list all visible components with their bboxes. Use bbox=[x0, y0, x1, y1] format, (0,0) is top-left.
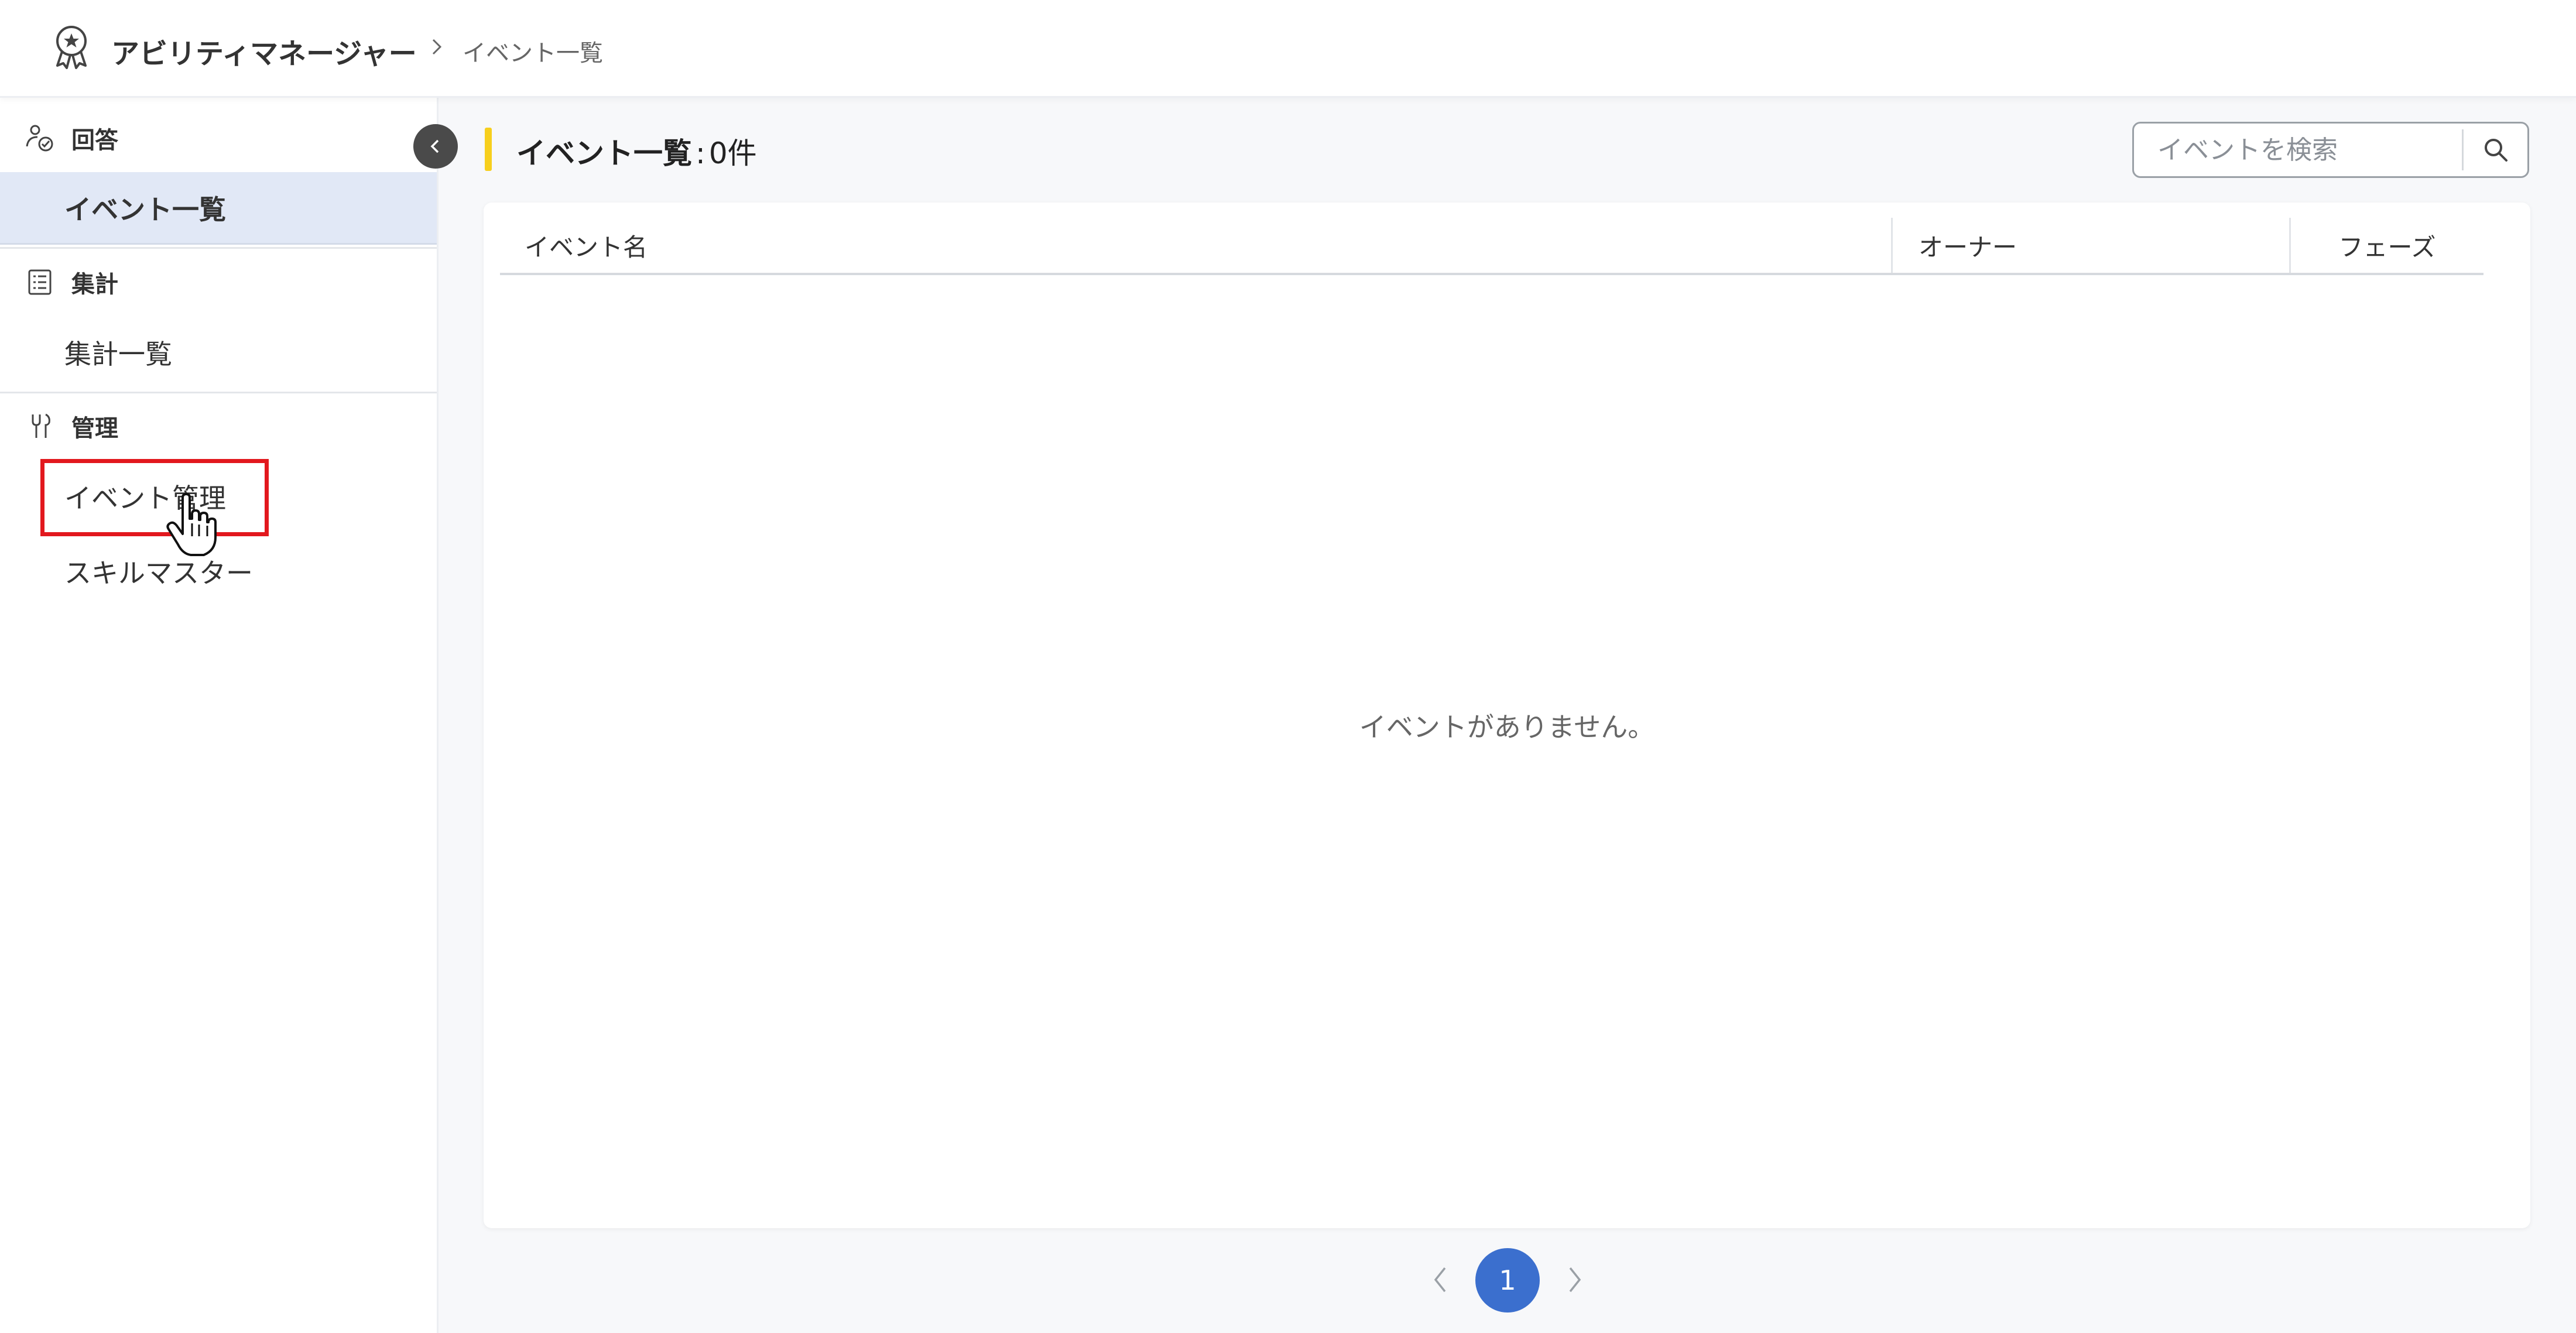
event-table: イベント名 オーナー フェーズ イベントがありません。 bbox=[484, 203, 2530, 1228]
sidebar-section-answer: 回答 bbox=[25, 121, 118, 156]
breadcrumb-current: イベント一覧 bbox=[463, 40, 603, 67]
sidebar-item-label: 集計一覧 bbox=[64, 338, 172, 370]
page-title-count: 0件 bbox=[708, 136, 757, 170]
sidebar-section-manage: 管理 bbox=[25, 409, 118, 444]
sidebar-item-event-list[interactable]: イベント一覧 bbox=[0, 172, 437, 245]
app-root: アビリティマネージャー イベント一覧 回答 イベント一覧 集計 集計一覧 管理 … bbox=[0, 0, 2576, 1333]
search-box bbox=[2132, 122, 2529, 178]
person-check-icon bbox=[26, 125, 53, 152]
chevron-left-icon bbox=[1434, 1267, 1446, 1293]
pagination-page-current[interactable]: 1 bbox=[1475, 1248, 1540, 1313]
sidebar-item-aggregate-list[interactable]: 集計一覧 bbox=[0, 316, 437, 389]
chevron-right-icon bbox=[1569, 1267, 1581, 1293]
top-header: アビリティマネージャー イベント一覧 bbox=[0, 0, 2576, 98]
column-header-event-name[interactable]: イベント名 bbox=[500, 218, 1891, 273]
sidebar: 回答 イベント一覧 集計 集計一覧 管理 イベント管理 スキルマスター bbox=[0, 96, 439, 1333]
title-accent-bar bbox=[485, 128, 492, 171]
empty-state-message: イベントがありません。 bbox=[1359, 711, 1655, 743]
list-document-icon bbox=[28, 269, 52, 295]
table-header: イベント名 オーナー フェーズ bbox=[500, 218, 2483, 275]
page-title: イベント一覧:0件 bbox=[516, 130, 757, 172]
page-title-label: イベント一覧 bbox=[516, 136, 692, 170]
app-title[interactable]: アビリティマネージャー bbox=[111, 30, 417, 71]
chevron-left-icon bbox=[430, 139, 439, 153]
sidebar-collapse-button[interactable] bbox=[413, 124, 458, 169]
search-input[interactable] bbox=[2134, 126, 2462, 173]
sidebar-section-title: 集計 bbox=[71, 271, 118, 298]
search-icon bbox=[2484, 139, 2508, 162]
pagination-prev-button[interactable] bbox=[1421, 1259, 1459, 1301]
sidebar-divider bbox=[0, 247, 437, 249]
sidebar-section-title: 回答 bbox=[71, 127, 118, 154]
sidebar-item-event-manage[interactable]: イベント管理 bbox=[0, 460, 437, 533]
pagination-next-button[interactable] bbox=[1556, 1259, 1594, 1301]
column-header-owner[interactable]: オーナー bbox=[1891, 218, 2289, 273]
sidebar-item-label: スキルマスター bbox=[64, 557, 253, 589]
sidebar-section-aggregate: 集計 bbox=[25, 265, 118, 300]
page-title-colon: : bbox=[696, 136, 705, 170]
sidebar-item-label: イベント一覧 bbox=[64, 193, 226, 225]
sidebar-section-title: 管理 bbox=[71, 415, 118, 442]
award-badge-icon bbox=[56, 26, 87, 69]
sidebar-item-skill-master[interactable]: スキルマスター bbox=[0, 535, 437, 608]
hand-pointer-icon bbox=[166, 493, 217, 556]
search-button[interactable] bbox=[2464, 124, 2527, 176]
chevron-right-icon bbox=[432, 39, 442, 55]
column-header-phase[interactable]: フェーズ bbox=[2289, 218, 2483, 273]
sidebar-divider bbox=[0, 392, 437, 393]
tools-icon bbox=[32, 413, 50, 438]
